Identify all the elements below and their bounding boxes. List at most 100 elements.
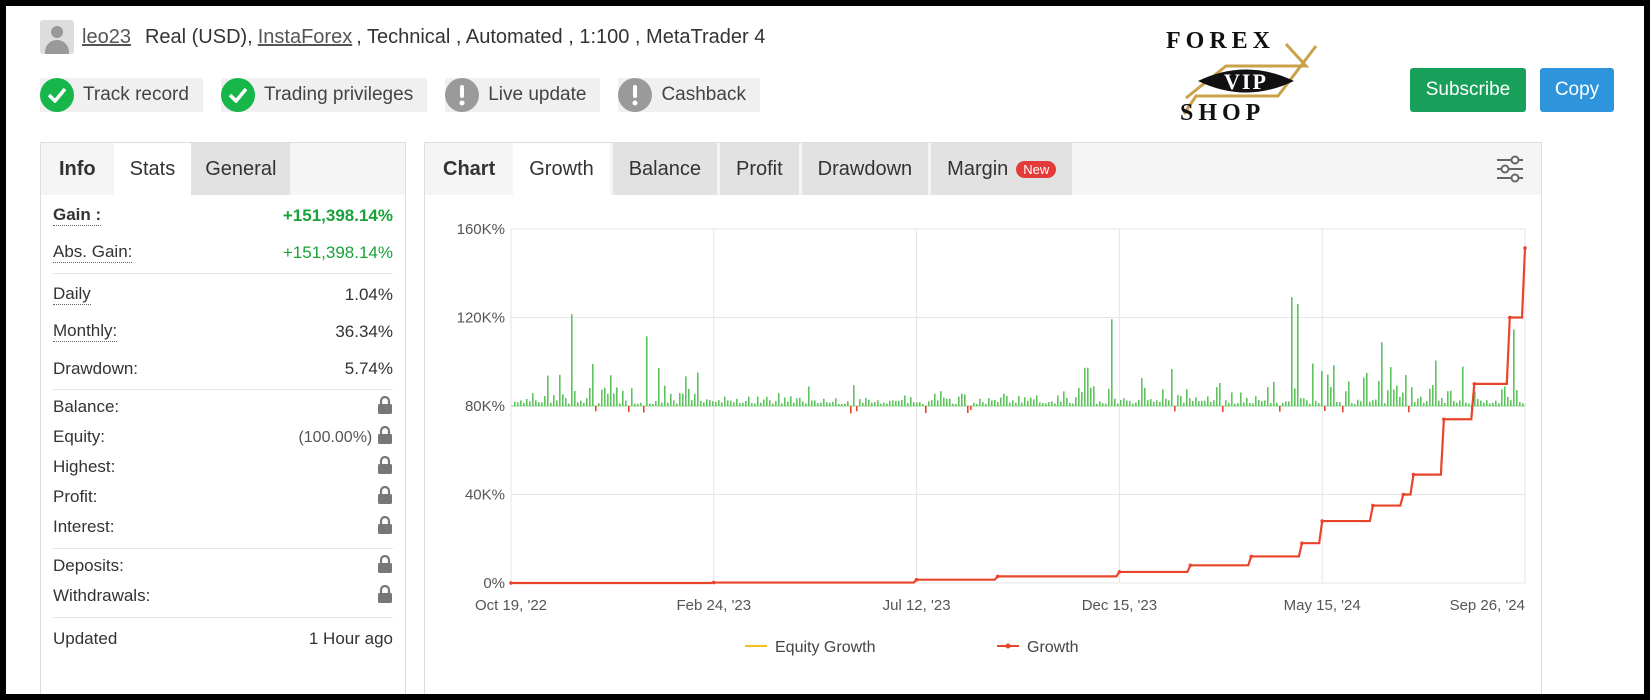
profit-bar-negative: [856, 406, 858, 412]
profit-bar: [1159, 401, 1161, 406]
stat-abs-gain: Abs. Gain: +151,398.14%: [53, 234, 393, 271]
profit-bar: [763, 399, 765, 406]
profit-bar: [922, 403, 924, 406]
profit-bar: [946, 398, 948, 406]
profit-bar: [724, 396, 726, 406]
profit-bar: [985, 403, 987, 406]
profit-bar: [799, 397, 801, 406]
tab-info[interactable]: Info: [41, 143, 114, 195]
profit-bar: [1207, 396, 1209, 406]
profit-bar: [844, 403, 846, 406]
profit-bar: [1366, 372, 1368, 406]
profit-bar: [1186, 389, 1188, 406]
profit-bar: [910, 397, 912, 406]
profit-bar: [1378, 381, 1380, 406]
profit-bar: [598, 403, 600, 406]
profit-bar: [898, 400, 900, 406]
profit-bar: [1420, 396, 1422, 406]
equity-value: (100.00%): [298, 428, 373, 446]
tab-balance[interactable]: Balance: [612, 143, 717, 195]
profit-bar: [637, 403, 639, 406]
tab-profit[interactable]: Profit: [719, 143, 799, 195]
profit-bar: [1336, 401, 1338, 406]
profit-bar: [1327, 374, 1329, 406]
profit-bar: [1246, 398, 1248, 406]
profit-bar: [1069, 403, 1071, 406]
profit-bar: [1123, 398, 1125, 406]
profit-bar: [1459, 400, 1461, 406]
abs-gain-label[interactable]: Abs. Gain:: [53, 242, 133, 263]
profit-bar: [1114, 398, 1116, 406]
badge-label: Trading privileges: [263, 84, 414, 105]
profit-bar: [1126, 400, 1128, 406]
profit-bar: [580, 400, 582, 406]
profit-bar: [1228, 402, 1230, 406]
profit-bar: [1120, 399, 1122, 406]
profit-bar: [1117, 403, 1119, 406]
profit-bar-negative: [1324, 406, 1326, 412]
daily-label[interactable]: Daily: [53, 284, 91, 305]
gain-label[interactable]: Gain :: [53, 205, 102, 226]
tab-drawdown[interactable]: Drawdown: [801, 143, 929, 195]
profit-bar: [1330, 386, 1332, 406]
tab-margin[interactable]: Margin New: [931, 143, 1073, 195]
profit-bar: [919, 402, 921, 406]
profit-bar: [1054, 403, 1056, 406]
account-details: , Technical , Automated , 1:100 , MetaTr…: [356, 25, 766, 48]
stat-balance: Balance:: [53, 392, 393, 422]
tab-stats[interactable]: Stats: [113, 143, 192, 195]
profit-bar: [1225, 400, 1227, 406]
lock-icon: [377, 485, 393, 509]
profit-bar: [649, 403, 651, 406]
subscribe-button[interactable]: Subscribe: [1410, 68, 1526, 112]
profit-bar: [532, 393, 534, 406]
profit-bar: [619, 403, 621, 406]
profit-bar: [712, 401, 714, 406]
profit-bar: [1345, 391, 1347, 406]
profit-bar: [541, 402, 543, 406]
profit-bar: [1042, 402, 1044, 406]
profit-bar: [1090, 387, 1092, 406]
monthly-label[interactable]: Monthly:: [53, 321, 118, 342]
profit-bar: [901, 399, 903, 406]
profit-bar: [826, 402, 828, 406]
profit-bar: [745, 401, 747, 406]
profit-bar: [916, 402, 918, 406]
profit-bar: [778, 393, 780, 406]
profit-bar: [1150, 399, 1152, 406]
profit-bar: [1402, 392, 1404, 406]
profit-bar: [1219, 383, 1221, 406]
profit-bar: [1111, 319, 1113, 406]
profit-bar: [847, 401, 849, 406]
profit-bar: [895, 401, 897, 406]
profit-bar: [1465, 402, 1467, 406]
tab-general[interactable]: General: [191, 143, 291, 195]
profit-bar: [673, 400, 675, 406]
profit-bar: [766, 396, 768, 406]
profit-bar: [1240, 392, 1242, 406]
profit-bar: [790, 396, 792, 406]
profit-bar: [1048, 402, 1050, 406]
profit-bar: [667, 402, 669, 406]
checkmark-icon: [220, 78, 255, 112]
profit-bar: [1339, 402, 1341, 406]
username-link[interactable]: leo23: [82, 26, 131, 49]
profit-bar: [1009, 402, 1011, 406]
profit-bar: [1210, 402, 1212, 406]
profit-bar: [1081, 391, 1083, 406]
tab-growth[interactable]: Growth: [513, 143, 610, 195]
growth-point: [1249, 554, 1254, 559]
chart-settings-icon[interactable]: [1495, 155, 1525, 183]
broker-link[interactable]: InstaForex: [258, 26, 352, 49]
highest-label: Highest:: [53, 457, 116, 476]
profit-bar: [865, 397, 867, 406]
copy-button[interactable]: Copy: [1540, 68, 1614, 112]
profit-bar: [997, 401, 999, 406]
growth-point: [712, 580, 716, 585]
profit-bar: [691, 400, 693, 406]
stat-monthly: Monthly: 36.34%: [53, 313, 393, 350]
profit-bar: [697, 372, 699, 406]
profit-bar: [550, 402, 552, 406]
profit-bar: [1291, 297, 1293, 406]
stat-drawdown: Drawdown: 5.74%: [53, 350, 393, 387]
